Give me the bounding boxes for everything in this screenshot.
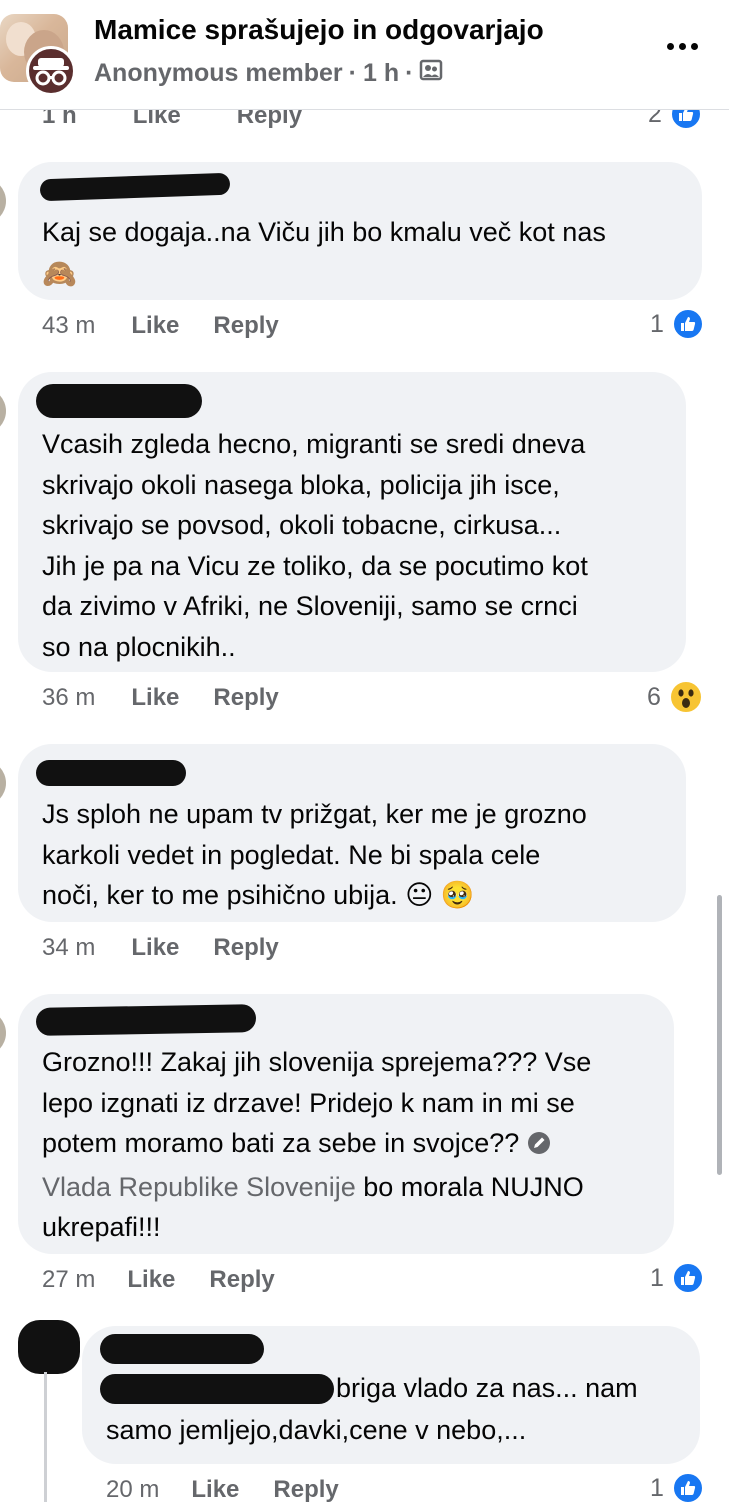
separator: ·	[348, 59, 357, 87]
like-button[interactable]: Like	[131, 312, 179, 340]
like-button[interactable]: Like	[131, 684, 179, 712]
post-time[interactable]: 1 h	[363, 59, 399, 88]
comment-bubble: Vcasih zgleda hecno, migranti se sredi d…	[18, 372, 686, 672]
comment-time[interactable]: 36 m	[42, 684, 95, 712]
author-name[interactable]: Anonymous member	[94, 59, 343, 88]
separator: ·	[405, 59, 414, 87]
comment-actions: 36 m Like Reply	[42, 684, 279, 712]
reply-thread-line	[44, 1372, 47, 1502]
comment-time[interactable]: 43 m	[42, 312, 95, 340]
redacted-name	[36, 760, 186, 786]
neutral-face-emoji-icon: 😐 🥹	[405, 880, 475, 910]
reply-button[interactable]: Reply	[213, 684, 278, 712]
redacted-avatar[interactable]	[18, 1320, 80, 1374]
reaction-summary[interactable]: 6	[647, 680, 703, 714]
comment-actions: 20 m Like Reply	[106, 1476, 339, 1504]
comment-actions: 43 m Like Reply	[42, 312, 279, 340]
commenter-avatar[interactable]	[0, 760, 6, 806]
group-privacy-icon	[419, 58, 443, 89]
scrollbar[interactable]	[717, 895, 722, 1175]
like-button[interactable]: Like	[127, 1266, 175, 1294]
pencil-icon	[527, 1126, 551, 1167]
redacted-text	[100, 1374, 334, 1404]
comment-actions: 34 m Like Reply	[42, 934, 279, 962]
reply-button[interactable]: Reply	[213, 312, 278, 340]
comment-text: samo jemljejo,davki,cene v nebo,...	[106, 1415, 527, 1445]
reaction-summary[interactable]: 1	[650, 1472, 704, 1504]
reaction-count: 6	[647, 682, 661, 711]
reaction-count: 1	[650, 1263, 664, 1292]
like-reaction-icon	[671, 1262, 704, 1294]
comment-text: briga vlado za nas... nam	[336, 1373, 638, 1403]
mention-link[interactable]: Vlada Republike Slovenije	[42, 1172, 356, 1202]
comment-actions: 27 m Like Reply	[42, 1266, 275, 1294]
reply-bubble: briga vlado za nas... nam samo jemljejo,…	[82, 1326, 700, 1464]
comment-bubble: Grozno!!! Zakaj jih slovenija sprejema??…	[18, 994, 674, 1254]
post-subline: Anonymous member · 1 h ·	[94, 58, 443, 89]
reaction-summary[interactable]: 1	[650, 308, 704, 340]
redacted-name	[100, 1334, 264, 1364]
comment-text: Kaj se dogaja..na Viču jih bo kmalu več …	[42, 217, 606, 247]
more-options-icon[interactable]	[662, 28, 702, 64]
anonymous-avatar-icon	[26, 46, 76, 96]
post-header: Mamice sprašujejo in odgovarjajo Anonymo…	[0, 0, 729, 110]
comment-text: Grozno!!! Zakaj jih slovenija sprejema??…	[42, 1047, 592, 1242]
redacted-name	[39, 172, 231, 202]
comment-bubble: Kaj se dogaja..na Viču jih bo kmalu več …	[18, 162, 702, 300]
comment-time[interactable]: 34 m	[42, 934, 95, 962]
reaction-count: 1	[650, 1473, 664, 1502]
reply-button[interactable]: Reply	[209, 1266, 274, 1294]
redacted-name	[36, 384, 202, 418]
see-no-evil-emoji-icon: 🙈	[42, 258, 77, 289]
like-reaction-icon	[671, 1472, 704, 1504]
comment-text: Js sploh ne upam tv prižgat, ker me je g…	[42, 799, 587, 910]
like-button[interactable]: Like	[191, 1476, 239, 1504]
comment-text: Vcasih zgleda hecno, migranti se sredi d…	[42, 429, 588, 662]
reaction-summary[interactable]: 1	[650, 1262, 704, 1294]
comment-time[interactable]: 20 m	[106, 1476, 159, 1504]
commenter-avatar[interactable]	[0, 1010, 6, 1056]
wow-reaction-icon	[668, 680, 703, 714]
commenter-avatar[interactable]	[0, 388, 6, 434]
group-title[interactable]: Mamice sprašujejo in odgovarjajo	[94, 14, 544, 46]
like-reaction-icon	[671, 308, 704, 340]
reaction-count: 1	[650, 309, 664, 338]
comment-bubble: Js sploh ne upam tv prižgat, ker me je g…	[18, 744, 686, 922]
commenter-avatar[interactable]	[0, 178, 6, 224]
comment-time[interactable]: 27 m	[42, 1266, 95, 1294]
reply-button[interactable]: Reply	[213, 934, 278, 962]
redacted-name	[35, 1004, 257, 1036]
reply-button[interactable]: Reply	[273, 1476, 338, 1504]
like-button[interactable]: Like	[131, 934, 179, 962]
